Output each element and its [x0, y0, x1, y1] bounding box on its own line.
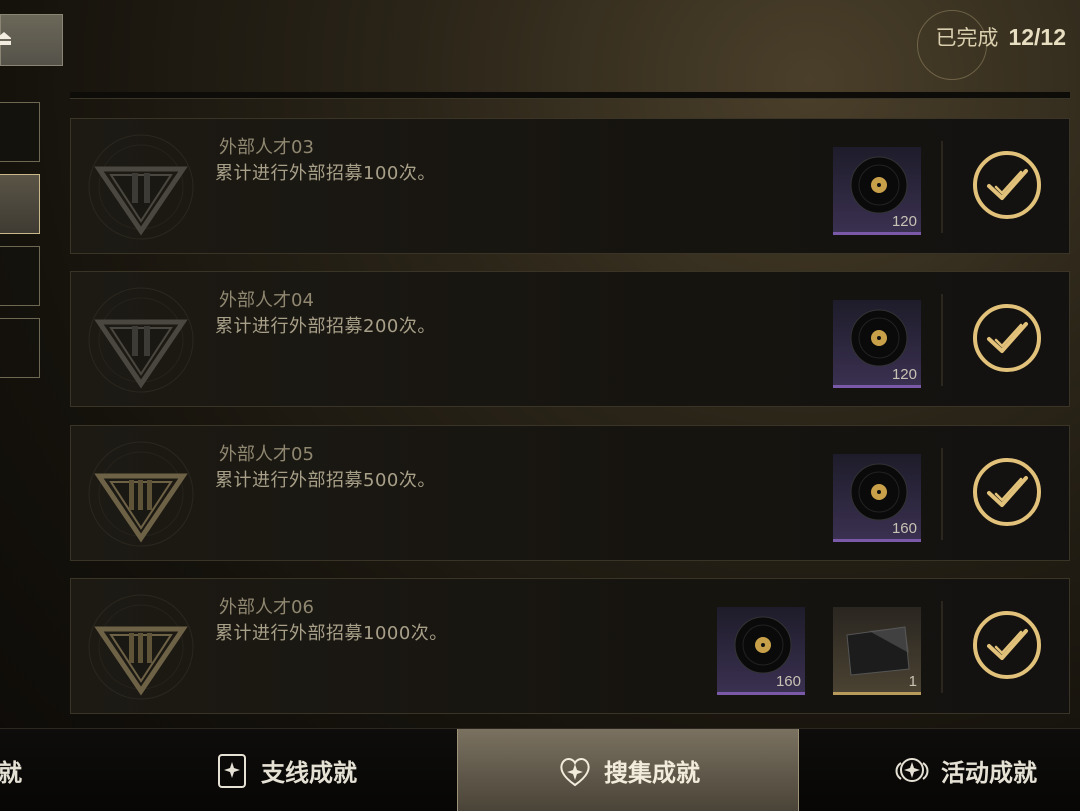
tier-badge-icon [88, 134, 194, 240]
row-divider [941, 141, 943, 233]
tab-label: 搜集成就 [604, 758, 700, 787]
card-star-icon [218, 754, 246, 788]
achievement-row: 外部人才05 累计进行外部招募500次。 160 [70, 425, 1070, 561]
achievement-description: 累计进行外部招募1000次。 [215, 623, 448, 644]
tier-badge-icon [88, 594, 194, 700]
completed-check-icon [973, 611, 1041, 679]
achievement-title: 外部人才05 [219, 444, 314, 465]
achievement-title: 外部人才03 [219, 137, 314, 158]
side-tab-2[interactable] [0, 174, 40, 234]
tier-badge-icon [88, 287, 194, 393]
achievement-description: 累计进行外部招募200次。 [215, 316, 436, 337]
achievement-row: 外部人才04 累计进行外部招募200次。 120 [70, 271, 1070, 407]
reward-item[interactable]: 160 [833, 454, 921, 542]
row-divider [941, 294, 943, 386]
side-tab-4[interactable] [0, 318, 40, 378]
reward-item[interactable]: 1 [833, 607, 921, 695]
tab-label: 活动成就 [941, 758, 1037, 787]
completed-label: 已完成 [935, 26, 999, 50]
heart-star-icon [560, 758, 590, 787]
completed-check-icon [973, 151, 1041, 219]
achievement-row: 外部人才03 累计进行外部招募100次。 120 [70, 118, 1070, 254]
reward-count: 160 [891, 520, 917, 537]
reward-count: 120 [891, 213, 917, 230]
tab-label: 就 [0, 758, 22, 787]
card-item-icon [846, 626, 910, 676]
achievement-description: 累计进行外部招募100次。 [215, 163, 436, 184]
achievement-title: 外部人才04 [219, 290, 314, 311]
home-button[interactable] [0, 14, 63, 66]
reward-item[interactable]: 120 [833, 147, 921, 235]
achievement-row: 外部人才06 累计进行外部招募1000次。 160 1 [70, 578, 1070, 714]
reward-count: 160 [775, 673, 801, 690]
completed-check-icon [973, 304, 1041, 372]
row-divider [941, 601, 943, 693]
tab-collection-achievements[interactable]: 搜集成就 [457, 729, 799, 811]
reward-item[interactable]: 120 [833, 300, 921, 388]
header-divider [70, 92, 1070, 99]
home-icon [0, 32, 11, 45]
side-tab-3[interactable] [0, 246, 40, 306]
tab-side-achievements[interactable]: 支线成就 [190, 729, 380, 811]
row-divider [941, 448, 943, 540]
tab-label: 支线成就 [261, 758, 357, 787]
reward-item[interactable]: 160 [717, 607, 805, 695]
tier-badge-icon [88, 441, 194, 547]
reward-count: 120 [891, 366, 917, 383]
bottom-tab-bar: 就 支线成就 搜集成就 活动成就 [0, 728, 1080, 811]
achievement-description: 累计进行外部招募500次。 [215, 470, 436, 491]
achievement-title: 外部人才06 [219, 597, 314, 618]
tab-main-achievements[interactable]: 就 [0, 729, 50, 811]
wing-star-icon [895, 758, 929, 782]
side-tab-1[interactable] [0, 102, 40, 162]
tab-event-achievements[interactable]: 活动成就 [870, 729, 1060, 811]
completed-check-icon [973, 458, 1041, 526]
reward-count: 1 [908, 673, 917, 690]
completed-value: 12/12 [1008, 23, 1066, 50]
completed-counter: 已完成 12/12 [917, 10, 1066, 80]
